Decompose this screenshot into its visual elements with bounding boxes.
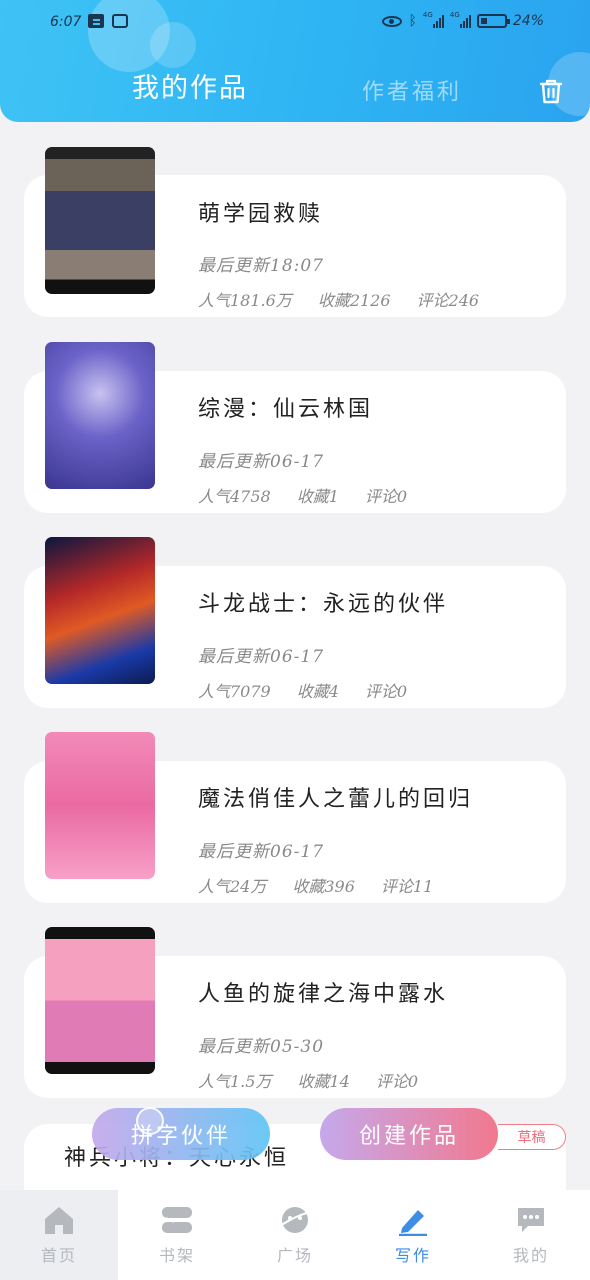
draft-button[interactable]: 草稿	[498, 1124, 566, 1150]
nav-home[interactable]: 首页	[0, 1190, 118, 1280]
eye-icon	[382, 15, 403, 27]
bookshelf-icon	[162, 1207, 192, 1233]
nav-writing[interactable]: 写作	[354, 1190, 472, 1280]
work-favorites: 收藏14	[297, 1072, 350, 1091]
nav-label: 广场	[276, 1246, 313, 1265]
header: 6:07 ᛒ 4G 4G 24% 我的作品 作者福利	[0, 0, 590, 122]
work-favorites: 收藏396	[292, 877, 355, 896]
bottom-nav: 首页 书架 广场 写作 我的	[0, 1190, 590, 1280]
work-cover[interactable]	[45, 147, 155, 294]
status-bar: 6:07 ᛒ 4G 4G 24%	[0, 0, 590, 46]
work-popularity: 人气181.6万	[198, 291, 292, 310]
work-title[interactable]: 萌学园救赎	[198, 196, 323, 228]
work-popularity: 人气7079	[198, 682, 271, 701]
trash-icon[interactable]	[538, 78, 564, 104]
work-stats: 人气1.5万 收藏14 评论0	[198, 1068, 444, 1092]
work-cover[interactable]	[45, 342, 155, 489]
work-stats: 人气24万 收藏396 评论11	[198, 873, 459, 897]
pen-icon	[399, 1210, 427, 1236]
work-favorites: 收藏2126	[317, 291, 391, 310]
partner-button[interactable]: 拼字伙伴	[92, 1108, 270, 1160]
work-title[interactable]: 斗龙战士：永远的伙伴	[198, 586, 448, 618]
work-comments: 评论11	[380, 877, 434, 896]
nav-label: 首页	[40, 1246, 77, 1265]
work-last-update: 最后更新05-30	[198, 1037, 325, 1057]
nav-bookshelf[interactable]: 书架	[118, 1190, 236, 1280]
signal-icon: 4G	[449, 11, 471, 28]
work-popularity: 人气24万	[198, 877, 267, 896]
work-title[interactable]: 综漫：仙云林国	[198, 391, 373, 423]
work-comments: 评论0	[364, 487, 408, 506]
work-stats: 人气7079 收藏4 评论0	[198, 678, 433, 702]
work-cover[interactable]	[45, 732, 155, 879]
work-popularity: 人气4758	[198, 487, 271, 506]
work-last-update: 最后更新18:07	[198, 256, 324, 276]
work-comments: 评论0	[375, 1072, 419, 1091]
work-favorites: 收藏4	[296, 682, 339, 701]
work-cover[interactable]	[45, 537, 155, 684]
nav-mine[interactable]: 我的	[472, 1190, 590, 1280]
work-comments: 评论0	[364, 682, 408, 701]
work-stats: 人气4758 收藏1 评论0	[198, 483, 433, 507]
shopping-bag-icon	[112, 14, 128, 28]
work-last-update: 最后更新06-17	[198, 842, 325, 862]
nav-plaza[interactable]: 广场	[236, 1190, 354, 1280]
work-popularity: 人气1.5万	[198, 1072, 272, 1091]
nav-label: 我的	[512, 1246, 549, 1265]
nav-label: 写作	[394, 1246, 431, 1265]
planet-icon	[279, 1207, 311, 1233]
network-label: 4G	[449, 11, 460, 19]
status-time: 6:07	[50, 14, 82, 30]
work-title[interactable]: 魔法俏佳人之蕾儿的回归	[198, 781, 473, 813]
signal-icon: 4G	[422, 11, 444, 28]
battery-icon	[476, 14, 510, 28]
work-stats: 人气181.6万 收藏2126 评论246	[198, 287, 505, 311]
work-last-update: 最后更新06-17	[198, 647, 325, 667]
home-icon	[45, 1207, 73, 1234]
nav-label: 书架	[158, 1246, 195, 1265]
bluetooth-icon: ᛒ	[408, 13, 417, 29]
work-favorites: 收藏1	[296, 487, 339, 506]
message-icon	[88, 14, 104, 28]
create-work-button[interactable]: 创建作品	[320, 1108, 498, 1160]
battery-percent: 24%	[512, 13, 544, 29]
work-last-update: 最后更新06-17	[198, 452, 325, 472]
touch-indicator	[136, 1107, 164, 1135]
network-label: 4G	[422, 11, 433, 19]
work-cover[interactable]	[45, 927, 155, 1074]
status-right: ᛒ 4G 4G 24%	[382, 11, 544, 29]
work-comments: 评论246	[416, 291, 480, 310]
tab-author-benefits[interactable]: 作者福利	[362, 74, 462, 106]
tab-my-works[interactable]: 我的作品	[132, 66, 248, 105]
chat-icon	[518, 1208, 544, 1232]
work-title[interactable]: 人鱼的旋律之海中露水	[198, 976, 448, 1008]
